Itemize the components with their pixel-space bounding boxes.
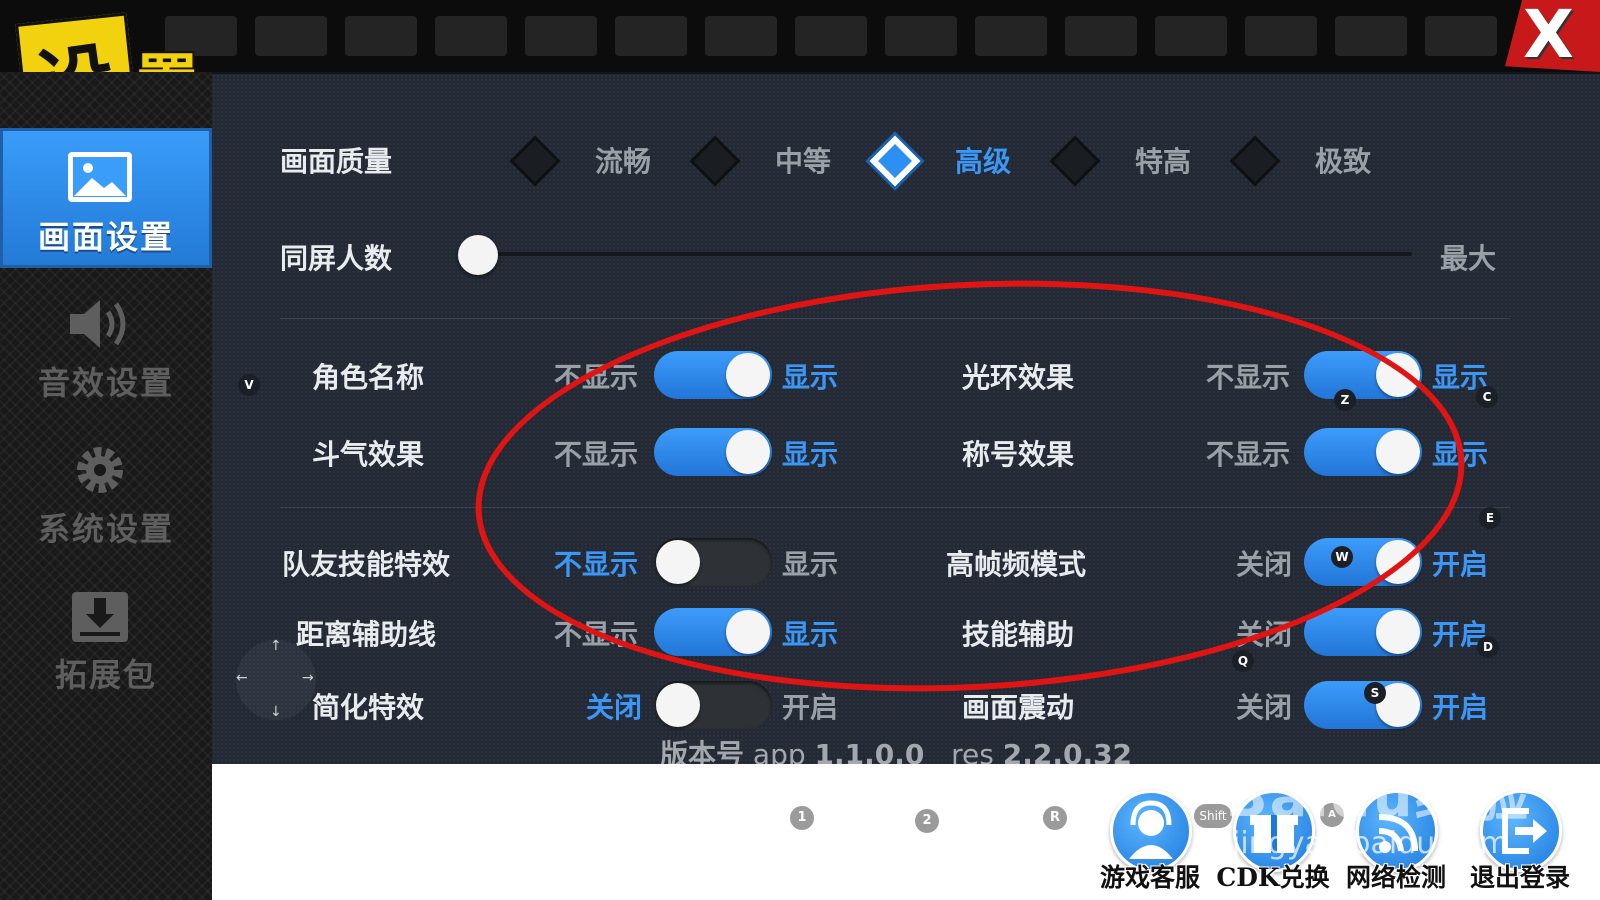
toggle-label: 简化特效: [312, 691, 425, 724]
sidebar-item-extension[interactable]: 拓展包: [0, 566, 212, 706]
toggle-label: 距离辅助线: [296, 618, 437, 651]
top-slot: [615, 16, 687, 56]
quality-option-medium[interactable]: 中等: [775, 140, 831, 180]
quality-option-ultra[interactable]: 特高: [1135, 140, 1191, 180]
toggle-label: 角色名称: [312, 361, 425, 394]
toggle-screen-shake[interactable]: [1304, 681, 1422, 729]
quality-option-high[interactable]: 高级: [955, 140, 1011, 180]
dpad-up-icon: ↑: [270, 638, 282, 654]
toggle-off-text: 关闭: [1236, 691, 1293, 724]
close-icon: X: [1523, 0, 1574, 73]
toggle-label: 画面震动: [962, 691, 1075, 724]
sidebar: 画面设置 音效设置 系统设置 拓展包: [0, 72, 212, 900]
gear-icon: [77, 447, 123, 493]
dpad-control[interactable]: ↑ ↓ ← →: [236, 638, 316, 720]
toggle-label: 队友技能特效: [282, 548, 451, 581]
hotkey-hint: C: [1476, 386, 1498, 408]
sidebar-item-label: 音效设置: [37, 364, 174, 402]
top-bar: [0, 0, 1600, 72]
image-icon: [68, 152, 132, 202]
customer-service-label: 游戏客服: [1099, 863, 1200, 892]
toggle-on-text: 开启: [1432, 691, 1489, 724]
top-slot: [345, 16, 417, 56]
top-slot: [1065, 16, 1137, 56]
cdk-redeem-label: CDK兑换: [1216, 863, 1330, 892]
toggle-label: 斗气效果: [312, 438, 425, 471]
players-slider-track[interactable]: [482, 252, 1412, 256]
hotkey-hint: Q: [1232, 650, 1254, 672]
watermark-url: jingyan.baidu.com: [1232, 826, 1509, 861]
toggle-simplified-effects[interactable]: [654, 681, 772, 729]
top-slot: [975, 16, 1047, 56]
top-slot: [435, 16, 507, 56]
top-slot: [1335, 16, 1407, 56]
quality-label: 画面质量: [280, 145, 393, 178]
hotkey-hint: V: [238, 374, 260, 396]
quality-option-smooth[interactable]: 流畅: [595, 140, 651, 180]
toggle-on-text: 开启: [782, 691, 839, 724]
top-slot: [1245, 16, 1317, 56]
hotkey-hint: R: [1043, 806, 1067, 830]
players-slider-handle[interactable]: [458, 235, 498, 275]
toggle-off-text: 关闭: [586, 691, 643, 724]
toggle-knob: [656, 683, 700, 727]
toggle-skill-assist[interactable]: [1304, 608, 1422, 656]
network-check-label: 网络检测: [1345, 863, 1446, 892]
dpad-right-icon: →: [302, 670, 314, 686]
watermark: Baidu经验: [1225, 765, 1531, 830]
top-slot: [255, 16, 327, 56]
top-slot: [705, 16, 777, 56]
hotkey-hint: S: [1364, 682, 1386, 704]
sidebar-item-audio[interactable]: 音效设置: [0, 274, 212, 414]
hotkey-hint: E: [1479, 507, 1501, 529]
sidebar-item-system[interactable]: 系统设置: [0, 420, 212, 560]
sidebar-item-label: 画面设置: [37, 218, 174, 256]
players-max-label: 最大: [1440, 242, 1497, 275]
players-label: 同屏人数: [280, 242, 393, 275]
customer-service-button[interactable]: 游戏客服: [1090, 790, 1210, 900]
sidebar-item-display[interactable]: 画面设置: [0, 128, 212, 268]
dpad-down-icon: ↓: [270, 704, 282, 720]
top-slot: [885, 16, 957, 56]
hotkey-hint: 1: [790, 806, 814, 830]
logout-label: 退出登录: [1469, 863, 1570, 892]
sidebar-item-label: 拓展包: [54, 656, 157, 694]
hotkey-hint: 2: [915, 809, 939, 833]
top-slot: [795, 16, 867, 56]
top-slot: [1155, 16, 1227, 56]
dpad-left-icon: ←: [236, 670, 248, 686]
quality-option-extreme[interactable]: 极致: [1315, 140, 1371, 180]
download-icon: [72, 592, 128, 642]
top-slot: [525, 16, 597, 56]
top-slot: [1425, 16, 1497, 56]
sidebar-item-label: 系统设置: [37, 510, 174, 548]
toggle-knob: [1376, 610, 1420, 654]
speaker-icon: [70, 300, 126, 348]
toggle-on-text: 开启: [1432, 548, 1489, 581]
hotkey-hint: D: [1477, 636, 1499, 658]
